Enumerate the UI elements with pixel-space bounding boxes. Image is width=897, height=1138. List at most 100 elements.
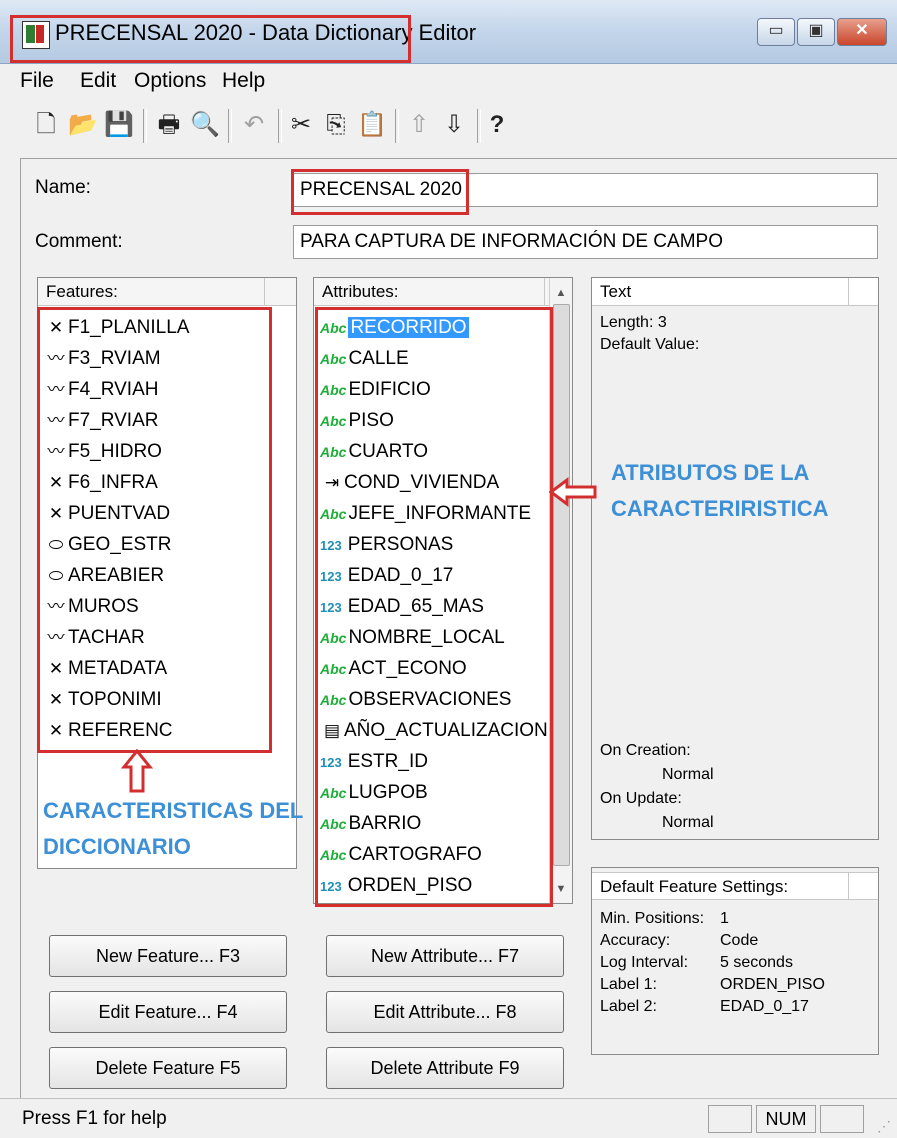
text-type-icon: Abc — [320, 785, 347, 801]
default-value-label: Default Value: — [600, 336, 700, 353]
text-type-icon: Abc — [320, 382, 347, 398]
toolbar-separator — [395, 109, 399, 143]
attribute-list-item[interactable]: Abc OBSERVACIONES — [320, 684, 511, 715]
attributes-header[interactable]: Attributes: — [314, 278, 550, 306]
feature-label: PUENTVAD — [68, 503, 171, 524]
attribute-list-item[interactable]: Abc PISO — [320, 405, 394, 436]
edit-feature-button[interactable]: Edit Feature... F4 — [49, 991, 287, 1033]
feature-list-item[interactable]: ✕ PUENTVAD — [44, 498, 170, 529]
delete-attribute-button[interactable]: Delete Attribute F9 — [326, 1047, 564, 1089]
open-folder-icon[interactable]: 📂 — [68, 109, 98, 141]
feature-list-item[interactable]: 〰 F7_RVIAR — [44, 405, 159, 436]
attributes-annotation-line-1: ATRIBUTOS DE LA — [611, 460, 810, 485]
feature-point-icon: ✕ — [48, 473, 64, 492]
new-file-icon[interactable]: 🗋 — [32, 109, 60, 141]
feature-list-item[interactable]: 〰 TACHAR — [44, 622, 145, 653]
default-settings-header: Default Feature Settings: — [592, 872, 878, 900]
attribute-list-item[interactable]: 123 EDAD_0_17 — [320, 560, 453, 591]
feature-label: F4_RVIAH — [68, 379, 159, 400]
attribute-label: CUARTO — [348, 441, 428, 462]
attribute-list-item[interactable]: 123 PERSONAS — [320, 529, 453, 560]
feature-list-item[interactable]: ✕ TOPONIMI — [44, 684, 162, 715]
feature-list-item[interactable]: 〰 F4_RVIAH — [44, 374, 159, 405]
edit-attribute-button[interactable]: Edit Attribute... F8 — [326, 991, 564, 1033]
setting-value: Code — [720, 932, 759, 949]
attribute-list-item[interactable]: 123 EDAD_65_MAS — [320, 591, 484, 622]
menu-options[interactable]: Options — [134, 69, 206, 93]
comment-field[interactable]: PARA CAPTURA DE INFORMACIÓN DE CAMPO — [293, 225, 878, 259]
attribute-label: EDAD_65_MAS — [347, 596, 484, 617]
menu-file[interactable]: File — [20, 69, 54, 93]
close-button[interactable]: ✕ — [837, 18, 887, 46]
text-type-icon: Abc — [320, 661, 347, 677]
delete-feature-button[interactable]: Delete Feature F5 — [49, 1047, 287, 1089]
toolbar-separator — [278, 109, 282, 143]
attributes-list[interactable]: Attributes: Abc RECORRIDO Abc CALLE Abc EDIFI… — [313, 277, 573, 904]
attribute-list-item[interactable]: 123 ESTR_ID — [320, 746, 428, 777]
feature-area-icon: ⬭ — [48, 535, 64, 554]
maximize-button[interactable]: ▣ — [797, 18, 835, 46]
menu-help[interactable]: Help — [222, 69, 265, 93]
scroll-down-arrow-icon[interactable]: ▼ — [550, 878, 572, 900]
title-bar[interactable]: PRECENSAL 2020 - Data Dictionary Editor … — [0, 0, 897, 64]
move-down-icon[interactable]: ⇩ — [440, 109, 468, 141]
header-divider — [544, 278, 545, 306]
print-icon[interactable]: 🖶 — [155, 109, 183, 141]
menu-edit[interactable]: Edit — [80, 69, 116, 93]
attribute-list-item[interactable]: Abc NOMBRE_LOCAL — [320, 622, 505, 653]
attribute-list-item[interactable]: ⇥ COND_VIVIENDA — [320, 467, 499, 498]
scrollbar-thumb[interactable] — [553, 304, 570, 866]
toolbar: 🗋 📂 💾 🖶 🔍 ↶ ✂ ⎘ 📋 ⇧ ⇩ ? — [0, 97, 897, 157]
status-help-text: Press F1 for help — [22, 1108, 167, 1129]
attribute-list-item[interactable]: Abc JEFE_INFORMANTE — [320, 498, 531, 529]
feature-list-item[interactable]: ✕ REFERENC — [44, 715, 173, 746]
feature-list-item[interactable]: ✕ F6_INFRA — [44, 467, 158, 498]
undo-icon[interactable]: ↶ — [240, 109, 268, 141]
attribute-list-item[interactable]: Abc CUARTO — [320, 436, 428, 467]
feature-list-item[interactable]: ⬭ AREABIER — [44, 560, 164, 591]
feature-line-icon: 〰 — [47, 349, 65, 368]
attribute-list-item[interactable]: Abc BARRIO — [320, 808, 421, 839]
feature-line-icon: 〰 — [47, 628, 65, 647]
features-list[interactable]: Features: ✕ F1_PLANILLA 〰 F3_RVIAM 〰 F4_RVIAH… — [37, 277, 297, 869]
attribute-list-item[interactable]: Abc CALLE — [320, 343, 409, 374]
attributes-scrollbar[interactable]: ▲ ▼ — [549, 278, 572, 903]
feature-list-item[interactable]: 〰 F5_HIDRO — [44, 436, 162, 467]
new-feature-button[interactable]: New Feature... F3 — [49, 935, 287, 977]
attribute-label: PISO — [348, 410, 394, 431]
feature-list-item[interactable]: 〰 MUROS — [44, 591, 139, 622]
copy-icon[interactable]: ⎘ — [322, 109, 350, 141]
features-header[interactable]: Features: — [38, 278, 296, 306]
attribute-list-item[interactable]: 123 ORDEN_PISO — [320, 870, 472, 901]
feature-list-item[interactable]: ⬭ GEO_ESTR — [44, 529, 172, 560]
setting-key: Accuracy: — [600, 932, 671, 949]
attribute-list-item[interactable]: Abc EDIFICIO — [320, 374, 431, 405]
attribute-list-item[interactable]: Abc RECORRIDO — [320, 312, 469, 343]
toolbar-separator — [143, 109, 147, 143]
attribute-label: ORDEN_PISO — [347, 875, 473, 896]
attribute-list-item[interactable]: ▤ AÑO_ACTUALIZACION — [320, 715, 548, 746]
minimize-button[interactable]: ▭ — [757, 18, 795, 46]
attribute-label: RECORRIDO — [348, 317, 469, 338]
attribute-list-item[interactable]: Abc ACT_ECONO — [320, 653, 467, 684]
numeric-type-icon: 123 — [320, 879, 342, 894]
feature-list-item[interactable]: ✕ F1_PLANILLA — [44, 312, 190, 343]
name-field[interactable]: PRECENSAL 2020 — [293, 173, 878, 207]
attribute-list-item[interactable]: Abc CARTOGRAFO — [320, 839, 482, 870]
move-up-icon[interactable]: ⇧ — [405, 109, 433, 141]
attribute-list-item[interactable]: Abc LUGPOB — [320, 777, 428, 808]
cut-icon[interactable]: ✂ — [287, 109, 315, 141]
help-icon[interactable]: ? — [483, 109, 511, 141]
save-icon[interactable]: 💾 — [104, 109, 134, 141]
new-attribute-button[interactable]: New Attribute... F7 — [326, 935, 564, 977]
paste-icon[interactable]: 📋 — [357, 109, 387, 141]
feature-label: F3_RVIAM — [68, 348, 161, 369]
setting-value: 1 — [720, 910, 729, 927]
resize-grip-icon[interactable]: ⋰ — [877, 1118, 893, 1134]
print-preview-icon[interactable]: 🔍 — [190, 109, 220, 141]
menu-bar: File Edit Options Help — [0, 64, 897, 96]
scroll-up-arrow-icon[interactable]: ▲ — [550, 282, 572, 304]
text-type-icon: Abc — [320, 630, 347, 646]
feature-list-item[interactable]: ✕ METADATA — [44, 653, 167, 684]
feature-list-item[interactable]: 〰 F3_RVIAM — [44, 343, 161, 374]
